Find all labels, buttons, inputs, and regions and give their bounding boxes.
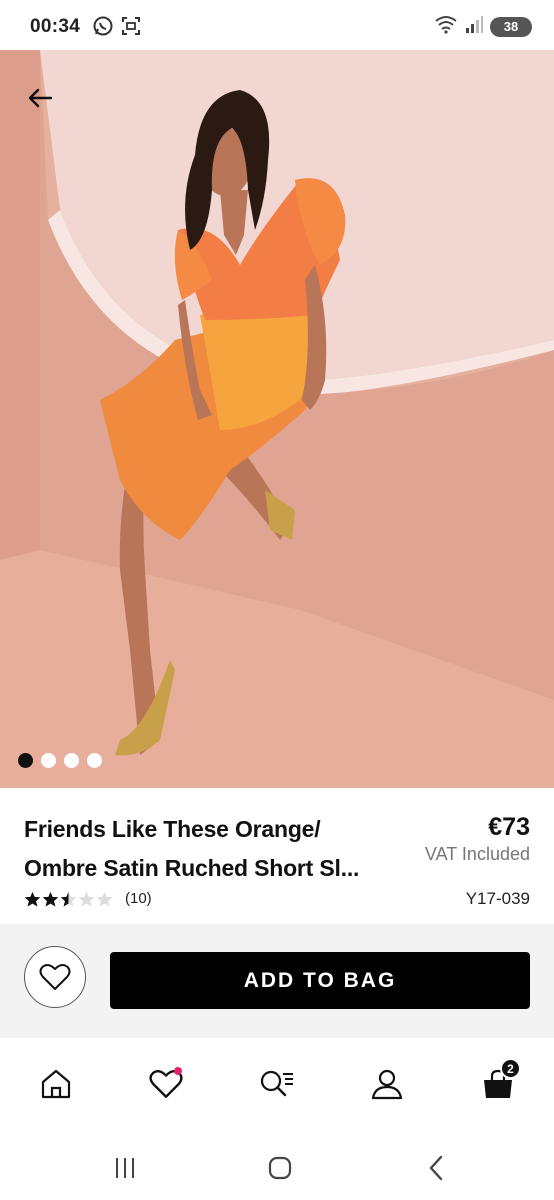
product-image-carousel[interactable] <box>0 50 554 788</box>
wifi-icon <box>434 14 458 39</box>
arrow-left-icon <box>28 88 53 108</box>
review-count: (10) <box>125 890 152 907</box>
nav-account[interactable] <box>367 1064 407 1104</box>
heart-icon <box>39 963 71 990</box>
status-bar: 00:34 38 <box>0 0 554 50</box>
screen-capture-icon <box>120 15 142 42</box>
star-half-icon <box>60 891 77 906</box>
product-price: €73 <box>488 813 530 841</box>
star-full-icon <box>24 891 41 906</box>
carousel-dot[interactable] <box>87 753 102 768</box>
product-rating[interactable]: (10) <box>24 890 152 907</box>
product-photo <box>0 50 554 788</box>
carousel-dot[interactable] <box>41 753 56 768</box>
product-title[interactable]: Friends Like These Orange/ Ombre Satin R… <box>24 810 404 888</box>
vat-note: VAT Included <box>424 844 530 864</box>
search-list-icon <box>260 1070 293 1097</box>
recent-apps-icon <box>116 1158 134 1178</box>
back-button[interactable] <box>20 80 60 116</box>
status-right: 38 <box>434 14 532 39</box>
whatsapp-icon <box>92 15 114 42</box>
status-left-icons <box>92 15 142 42</box>
battery-icon: 38 <box>490 16 532 37</box>
bottom-navigation: 2 <box>0 1038 554 1133</box>
star-rating <box>24 891 113 907</box>
star-empty-icon <box>96 891 113 906</box>
nav-bag[interactable]: 2 <box>478 1058 521 1104</box>
carousel-dot[interactable] <box>64 753 79 768</box>
home-icon <box>41 1069 71 1099</box>
product-title-line-1: Friends Like These Orange/ <box>24 816 321 842</box>
product-sku: Y17-039 <box>465 889 530 908</box>
nav-wishlist[interactable] <box>146 1064 186 1104</box>
product-title-line-2: Ombre Satin Ruched Short Sl... <box>24 855 360 881</box>
carousel-dot-active[interactable] <box>18 753 33 768</box>
star-empty-icon <box>78 891 95 906</box>
home-system-button[interactable] <box>260 1153 300 1183</box>
status-time: 00:34 <box>30 16 81 37</box>
wishlist-notification-dot <box>174 1067 182 1075</box>
back-system-button[interactable] <box>416 1153 456 1183</box>
add-to-bag-button[interactable]: ADD TO BAG <box>110 952 530 1009</box>
star-full-icon <box>42 891 59 906</box>
action-bar: ADD TO BAG <box>0 924 554 1038</box>
account-icon <box>371 1069 403 1100</box>
product-info: Friends Like These Orange/ Ombre Satin R… <box>0 788 554 924</box>
system-navigation-bar <box>0 1133 554 1200</box>
wishlist-button[interactable] <box>24 946 86 1008</box>
recent-apps-button[interactable] <box>105 1153 145 1183</box>
nav-search[interactable] <box>257 1064 297 1104</box>
home-circle-icon <box>268 1156 292 1180</box>
carousel-indicator <box>18 753 102 768</box>
signal-icon <box>464 14 484 39</box>
bag-count-badge: 2 <box>500 1058 521 1079</box>
chevron-left-icon <box>429 1155 443 1181</box>
nav-home[interactable] <box>36 1064 76 1104</box>
